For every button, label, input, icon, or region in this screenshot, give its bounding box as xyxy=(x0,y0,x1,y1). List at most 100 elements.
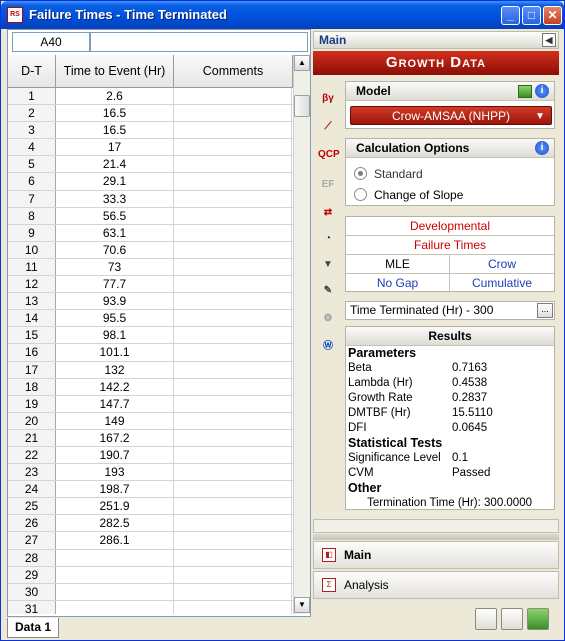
comments-cell[interactable] xyxy=(174,310,292,327)
time-to-event-cell[interactable]: 251.9 xyxy=(56,498,174,515)
table-row[interactable]: 28 xyxy=(8,549,293,567)
time-to-event-cell[interactable]: 29.1 xyxy=(56,173,174,190)
comments-cell[interactable] xyxy=(174,481,292,498)
comments-cell[interactable] xyxy=(174,327,292,344)
row-number[interactable]: 30 xyxy=(8,583,56,600)
info-icon[interactable]: i xyxy=(535,84,549,98)
comments-cell[interactable] xyxy=(174,549,292,566)
time-to-event-cell[interactable]: 63.1 xyxy=(56,224,174,241)
table-row[interactable]: 1 2.6 xyxy=(8,88,293,106)
row-number[interactable]: 8 xyxy=(8,207,56,224)
sheet-tab-data-1[interactable]: Data 1 xyxy=(7,618,59,638)
row-number[interactable]: 6 xyxy=(8,173,56,190)
table-row[interactable]: 15 98.1 xyxy=(8,327,293,345)
model-dropdown[interactable]: Crow-AMSAA (NHPP) ▼ xyxy=(350,106,552,125)
time-to-event-cell[interactable]: 286.1 xyxy=(56,532,174,549)
expand-splitter[interactable] xyxy=(313,534,559,540)
comments-cell[interactable] xyxy=(174,498,292,515)
info-icon[interactable]: i xyxy=(535,141,549,155)
failure-times-setting[interactable]: Failure Times xyxy=(346,236,554,255)
comments-cell[interactable] xyxy=(174,258,292,276)
row-number[interactable]: 27 xyxy=(8,532,56,549)
table-row[interactable]: 22 190.7 xyxy=(8,446,293,465)
table-row[interactable]: 19 147.7 xyxy=(8,395,293,413)
time-to-event-cell[interactable]: 56.5 xyxy=(56,207,174,224)
row-number[interactable]: 25 xyxy=(8,498,56,515)
scroll-down-icon[interactable]: ▼ xyxy=(294,597,310,613)
table-row[interactable]: 27 286.1 xyxy=(8,532,293,550)
table-row[interactable]: 31 xyxy=(8,600,293,614)
comments-cell[interactable] xyxy=(174,105,292,122)
table-row[interactable]: 7 33.3 xyxy=(8,190,293,208)
ef-icon[interactable]: EF xyxy=(318,175,338,195)
calculate-icon[interactable] xyxy=(527,608,549,630)
qcp-icon[interactable]: QCP xyxy=(318,145,340,165)
comments-cell[interactable] xyxy=(174,241,292,258)
table-row[interactable]: 11 73 xyxy=(8,258,293,277)
time-to-event-cell[interactable] xyxy=(56,583,174,600)
row-number[interactable]: 3 xyxy=(8,122,56,139)
row-number[interactable]: 12 xyxy=(8,276,56,293)
row-number[interactable]: 11 xyxy=(8,258,56,276)
column-header-comments[interactable]: Comments xyxy=(174,55,293,88)
time-to-event-cell[interactable]: 98.1 xyxy=(56,327,174,344)
table-row[interactable]: 17 132 xyxy=(8,361,293,379)
row-number[interactable]: 22 xyxy=(8,446,56,464)
time-to-event-cell[interactable] xyxy=(56,600,174,614)
table-row[interactable]: 29 xyxy=(8,566,293,584)
table-row[interactable]: 30 xyxy=(8,583,293,601)
time-to-event-cell[interactable]: 167.2 xyxy=(56,429,174,446)
nav-analysis[interactable]: Σ Analysis xyxy=(313,571,559,599)
time-to-event-cell[interactable]: 147.7 xyxy=(56,395,174,412)
comments-cell[interactable] xyxy=(174,207,292,224)
collapse-icon[interactable]: ◀ xyxy=(542,33,556,47)
time-to-event-cell[interactable]: 70.6 xyxy=(56,241,174,258)
gauge-icon[interactable]: ◔ xyxy=(318,229,338,249)
plot-icon[interactable]: ⟋ xyxy=(318,117,338,137)
table-row[interactable]: 8 56.5 xyxy=(8,207,293,225)
minimize-button[interactable]: _ xyxy=(501,6,520,25)
time-to-event-cell[interactable]: 190.7 xyxy=(56,446,174,464)
table-row[interactable]: 18 142.2 xyxy=(8,378,293,396)
time-to-event-cell[interactable]: 16.5 xyxy=(56,122,174,139)
row-number[interactable]: 23 xyxy=(8,464,56,481)
row-number[interactable]: 1 xyxy=(8,88,56,105)
time-to-event-cell[interactable]: 16.5 xyxy=(56,105,174,122)
time-to-event-cell[interactable] xyxy=(56,566,174,583)
comments-cell[interactable] xyxy=(174,361,292,378)
comments-cell[interactable] xyxy=(174,378,292,395)
radio-change-of-slope[interactable]: Change of Slope xyxy=(354,186,463,204)
table-row[interactable]: 9 63.1 xyxy=(8,224,293,242)
table-row[interactable]: 16 101.1 xyxy=(8,344,293,362)
row-number[interactable]: 28 xyxy=(8,549,56,566)
comments-cell[interactable] xyxy=(174,276,292,293)
time-terminated-field[interactable]: Time Terminated (Hr) - 300 ... xyxy=(345,301,555,320)
time-to-event-cell[interactable]: 93.9 xyxy=(56,293,174,310)
row-number[interactable]: 17 xyxy=(8,361,56,378)
green-status-icon[interactable] xyxy=(518,85,532,98)
row-number[interactable]: 7 xyxy=(8,190,56,207)
table-row[interactable]: 26 282.5 xyxy=(8,515,293,533)
nav-main[interactable]: ◧ Main xyxy=(313,541,559,569)
title-bar[interactable]: RS Failure Times - Time Terminated _ □ ✕ xyxy=(1,1,564,29)
row-number[interactable]: 29 xyxy=(8,566,56,583)
comments-cell[interactable] xyxy=(174,224,292,241)
plot-view-icon[interactable] xyxy=(501,608,523,630)
scroll-up-icon[interactable]: ▲ xyxy=(294,55,310,71)
comments-cell[interactable] xyxy=(174,139,292,156)
row-number[interactable]: 16 xyxy=(8,344,56,361)
report-icon[interactable]: ✎ xyxy=(318,281,338,301)
row-number[interactable]: 15 xyxy=(8,327,56,344)
time-to-event-cell[interactable]: 2.6 xyxy=(56,88,174,105)
row-number[interactable]: 2 xyxy=(8,105,56,122)
row-number[interactable]: 18 xyxy=(8,378,56,395)
table-row[interactable]: 21 167.2 xyxy=(8,429,293,447)
beta-icon[interactable]: βγ xyxy=(318,89,338,109)
comments-cell[interactable] xyxy=(174,173,292,190)
radio-standard[interactable]: Standard xyxy=(354,165,423,183)
developmental-setting[interactable]: Developmental xyxy=(346,217,554,236)
comments-cell[interactable] xyxy=(174,344,292,361)
time-to-event-cell[interactable]: 193 xyxy=(56,464,174,481)
time-to-event-cell[interactable]: 198.7 xyxy=(56,481,174,498)
table-row[interactable]: 3 16.5 xyxy=(8,122,293,140)
